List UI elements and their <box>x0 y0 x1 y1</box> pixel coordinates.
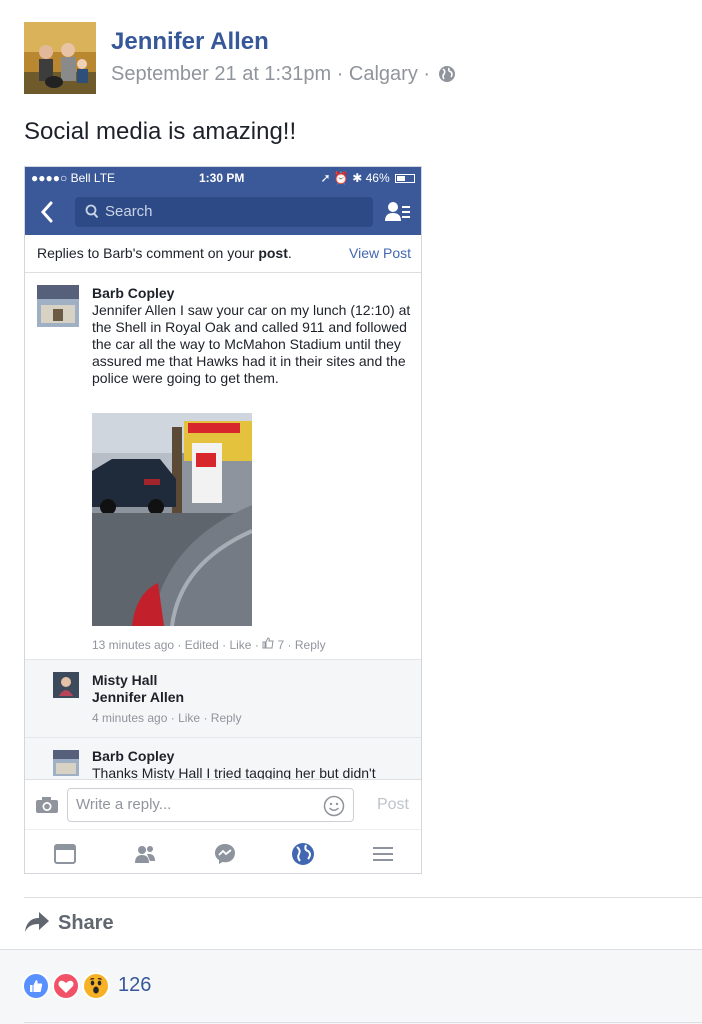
comment-text: Jennifer Allen I saw your car on my lunc… <box>92 302 411 386</box>
comment-item: Barb Copley Jennifer Allen I saw your ca… <box>25 273 421 659</box>
attached-photo[interactable] <box>92 413 252 626</box>
back-arrow-icon[interactable] <box>37 199 57 225</box>
search-placeholder: Search <box>105 203 153 220</box>
thumbs-up-icon <box>262 637 274 652</box>
author-avatar[interactable] <box>24 22 96 94</box>
reply-item: Misty Hall Jennifer Allen 4 minutes ago … <box>25 659 421 737</box>
reply-placeholder: Write a reply... <box>76 796 172 813</box>
replies-suffix: . <box>287 245 292 261</box>
share-label: Share <box>58 912 114 934</box>
bluetooth-icon: ✱ <box>352 171 363 185</box>
reply-link[interactable]: Reply <box>295 638 326 652</box>
post-location[interactable]: Calgary <box>349 63 418 85</box>
replier-name[interactable]: Barb Copley <box>92 748 174 764</box>
alarm-icon: ⏰ <box>333 171 349 185</box>
comment-meta: 13 minutes ago · Edited · Like · 7 · Rep… <box>92 637 326 652</box>
battery-percent: 46% <box>365 171 390 185</box>
edited-label[interactable]: Edited <box>185 638 219 652</box>
reply-composer: Write a reply... Post <box>25 779 421 829</box>
meta-dot: · <box>170 711 179 725</box>
meta-separator: · <box>423 63 431 85</box>
bottom-tab-bar <box>25 829 421 873</box>
replies-title: Replies to Barb's comment on your post. <box>37 245 292 261</box>
reply-link[interactable]: Reply <box>211 711 242 725</box>
meta-dot: · <box>203 711 211 725</box>
reply-mention[interactable]: Jennifer Allen <box>92 689 184 705</box>
carrier-label: ●●●●○ Bell LTE <box>31 171 116 185</box>
messenger-icon[interactable] <box>213 842 237 866</box>
like-reaction-icon[interactable] <box>22 972 50 1000</box>
search-input[interactable]: Search <box>75 197 373 227</box>
friend-requests-icon[interactable] <box>385 201 411 228</box>
reactions-row: 126 <box>0 950 702 1024</box>
attached-screenshot[interactable]: ●●●●○ Bell LTE 1:30 PM ➚ ⏰ ✱ 46% Search … <box>24 166 422 874</box>
reply-time[interactable]: 4 minutes ago <box>92 711 167 725</box>
emoji-icon[interactable] <box>323 795 345 821</box>
replies-post-word: post <box>258 245 288 261</box>
globe-icon[interactable] <box>438 65 456 89</box>
like-link[interactable]: Like <box>229 638 251 652</box>
camera-icon[interactable] <box>35 796 59 819</box>
share-button[interactable]: Share <box>24 911 114 935</box>
divider <box>24 897 702 898</box>
meta-dot: · <box>287 638 295 652</box>
divider <box>24 1022 702 1023</box>
news-feed-icon[interactable] <box>53 842 77 866</box>
wow-reaction-icon[interactable] <box>82 972 110 1000</box>
meta-separator: · <box>336 63 349 85</box>
commenter-name[interactable]: Barb Copley <box>92 285 174 301</box>
replier-avatar[interactable] <box>53 672 79 698</box>
reaction-count[interactable]: 126 <box>118 974 151 997</box>
reply-text: Thanks Misty Hall I tried tagging her bu… <box>92 765 376 779</box>
love-reaction-icon[interactable] <box>52 972 80 1000</box>
post-text: Social media is amazing!! <box>24 118 297 145</box>
meta-dot: · <box>177 638 185 652</box>
like-count: 7 <box>277 638 285 652</box>
location-arrow-icon: ➚ <box>320 171 331 185</box>
replier-avatar[interactable] <box>53 750 79 776</box>
reply-input[interactable]: Write a reply... <box>67 788 354 822</box>
replier-name[interactable]: Misty Hall <box>92 672 157 688</box>
reply-meta: 4 minutes ago · Like · Reply <box>92 711 241 725</box>
view-post-link[interactable]: View Post <box>349 245 411 261</box>
like-link[interactable]: Like <box>178 711 200 725</box>
nav-bar: Search <box>25 189 421 235</box>
search-icon <box>85 204 99 224</box>
friends-icon[interactable] <box>133 842 157 866</box>
battery-icon <box>395 174 415 183</box>
reply-item: Barb Copley Thanks Misty Hall I tried ta… <box>25 737 421 779</box>
post-button[interactable]: Post <box>377 796 409 814</box>
status-time: 1:30 PM <box>199 171 245 185</box>
post-date[interactable]: September 21 at 1:31pm <box>111 63 331 85</box>
replies-header: Replies to Barb's comment on your post. … <box>25 235 421 273</box>
commenter-avatar[interactable] <box>37 285 79 327</box>
status-right: ➚ ⏰ ✱ 46% <box>321 171 415 185</box>
share-arrow-icon <box>25 912 49 932</box>
status-bar: ●●●●○ Bell LTE 1:30 PM ➚ ⏰ ✱ 46% <box>25 167 421 189</box>
comment-time[interactable]: 13 minutes ago <box>92 638 174 652</box>
menu-icon[interactable] <box>371 842 395 866</box>
replies-prefix: Replies to Barb's comment on your <box>37 245 259 261</box>
notifications-globe-icon[interactable] <box>291 842 315 866</box>
post-meta: September 21 at 1:31pm · Calgary · <box>111 63 456 89</box>
author-name[interactable]: Jennifer Allen <box>111 28 269 56</box>
